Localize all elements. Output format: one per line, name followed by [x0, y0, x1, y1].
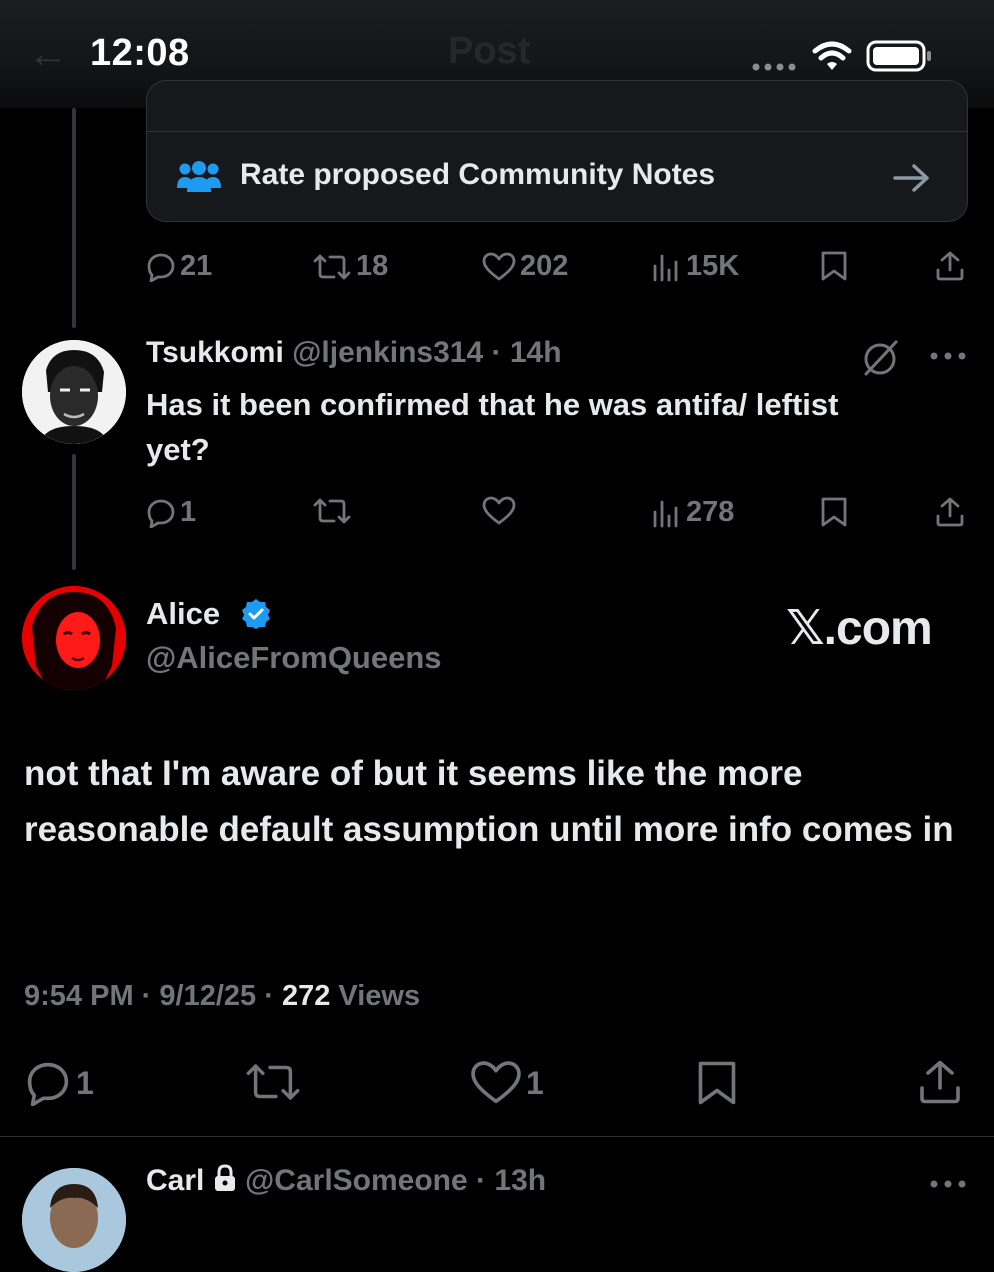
back-arrow-icon[interactable]: ← [28, 32, 68, 77]
heart-icon [471, 1061, 521, 1104]
views-label[interactable]: Views [338, 980, 420, 1012]
avatar[interactable] [22, 340, 126, 444]
like-button[interactable] [482, 496, 516, 526]
bookmark-icon [698, 1061, 736, 1105]
reply-button[interactable]: 1 [24, 1060, 94, 1106]
repost-button[interactable]: 18 [312, 250, 388, 283]
reply-count: 1 [76, 1064, 94, 1101]
battery-icon [866, 40, 932, 72]
community-notes-card[interactable] [146, 80, 968, 222]
separator: · [141, 980, 152, 1012]
signal-dots-icon [752, 62, 800, 72]
views-count: 278 [686, 496, 735, 528]
views-count: 15K [686, 250, 740, 282]
card-divider [147, 131, 967, 132]
reply-count: 21 [180, 250, 213, 282]
share-button[interactable] [916, 1058, 964, 1106]
handle[interactable]: @ljenkins314 [292, 336, 483, 369]
repost-icon [246, 1064, 300, 1100]
bookmark-button[interactable] [696, 1058, 738, 1108]
views-icon [653, 254, 678, 281]
repost-icon [313, 498, 351, 524]
post-text: Has it been confirmed that he was antifa… [146, 387, 839, 467]
post-time[interactable]: 14h [510, 336, 562, 369]
bookmark-icon [821, 251, 847, 281]
like-button[interactable]: 1 [470, 1060, 544, 1106]
more-options-icon[interactable] [928, 1166, 968, 1202]
repost-button[interactable] [244, 1060, 302, 1104]
heart-icon [482, 496, 516, 525]
share-button[interactable] [934, 496, 966, 528]
display-name[interactable]: Alice [146, 596, 220, 632]
post-date: 9/12/25 [159, 980, 257, 1012]
arrow-right-icon[interactable] [892, 162, 932, 194]
watermark: 𝕏.com [786, 602, 933, 655]
status-time: 12:08 [90, 32, 190, 74]
reply-button[interactable]: 1 [146, 496, 196, 529]
post-header: Carl @CarlSomeone · 13h [146, 1164, 546, 1198]
reply-icon [147, 499, 175, 528]
post-time: 9:54 PM [24, 980, 134, 1012]
views-icon [653, 500, 678, 527]
reply-icon [147, 253, 175, 282]
wifi-icon [812, 40, 852, 72]
verified-badge-icon [240, 598, 272, 630]
like-count: 202 [520, 250, 569, 282]
bookmark-button[interactable] [820, 496, 848, 528]
display-name[interactable]: Tsukkomi [146, 336, 284, 369]
divider [0, 1136, 994, 1137]
like-button[interactable]: 202 [482, 250, 568, 283]
post-metadata: 9:54 PM · 9/12/25 · 272 Views [24, 980, 420, 1013]
heart-icon [482, 252, 516, 280]
people-icon [176, 160, 222, 194]
more-options-icon[interactable] [928, 338, 968, 374]
bookmark-icon [821, 497, 847, 527]
separator: · [264, 980, 274, 1012]
reply-icon [27, 1062, 69, 1106]
views-button[interactable]: 15K [652, 250, 739, 283]
like-count: 1 [526, 1064, 544, 1101]
repost-button[interactable] [312, 496, 352, 526]
handle[interactable]: @CarlSomeone [245, 1164, 468, 1197]
share-icon [936, 497, 964, 527]
separator: · [476, 1164, 487, 1197]
repost-count: 18 [356, 250, 389, 282]
lock-icon [213, 1164, 237, 1192]
handle[interactable]: @AliceFromQueens [146, 640, 442, 676]
repost-icon [313, 254, 351, 279]
share-button[interactable] [934, 250, 966, 282]
avatar[interactable] [22, 1168, 126, 1272]
post-header: Tsukkomi @ljenkins314 · 14h [146, 336, 562, 370]
page-title: Post [448, 30, 531, 72]
display-name[interactable]: Carl [146, 1164, 204, 1197]
reply-count: 1 [180, 496, 197, 528]
post-text: not that I'm aware of but it seems like … [24, 754, 954, 849]
post-time[interactable]: 13h [494, 1164, 546, 1197]
share-icon [936, 251, 964, 281]
views-count[interactable]: 272 [282, 980, 330, 1012]
share-icon [920, 1060, 960, 1104]
reply-button[interactable]: 21 [146, 250, 212, 283]
thread-line [72, 108, 76, 328]
grok-icon[interactable] [860, 338, 900, 378]
community-notes-label[interactable]: Rate proposed Community Notes [240, 158, 715, 192]
bookmark-button[interactable] [820, 250, 848, 282]
avatar[interactable] [22, 586, 126, 690]
thread-line [72, 454, 76, 570]
separator: · [491, 336, 502, 369]
views-button[interactable]: 278 [652, 496, 734, 529]
